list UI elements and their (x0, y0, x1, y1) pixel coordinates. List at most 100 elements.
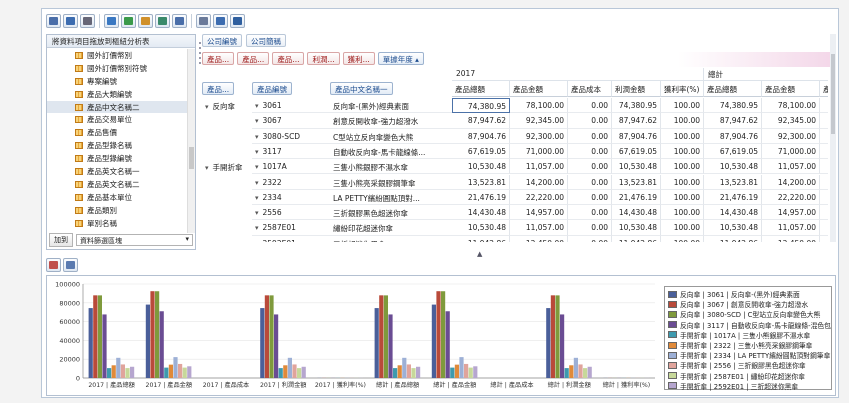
bar[interactable] (278, 368, 283, 378)
bar[interactable] (116, 357, 121, 378)
bar[interactable] (468, 367, 473, 378)
data-cell[interactable]: 11,942.86 (704, 235, 762, 242)
data-cell[interactable]: 22,220.00 (510, 189, 568, 206)
data-cell[interactable]: 78,100.00 (510, 98, 568, 114)
row-name-header[interactable]: 繡紛印花超迷你傘 (330, 220, 452, 236)
data-cell[interactable]: 0.00 (568, 98, 612, 114)
row-name-header[interactable]: C型站立反向傘變色大熊 (330, 129, 452, 144)
expand-arrow-icon[interactable]: ▾ (255, 102, 259, 110)
bar[interactable] (145, 304, 150, 378)
bar[interactable] (130, 366, 135, 378)
data-cell[interactable]: 11,057.00 (762, 159, 820, 175)
column-group-header[interactable]: 總計 (704, 68, 828, 81)
row-code-header[interactable]: ▾ 3117 (252, 144, 330, 160)
field-list-item[interactable]: 產品型錄編號 (47, 152, 188, 165)
bar[interactable] (406, 364, 411, 378)
filter-field-chip[interactable]: 公司簡稱 (246, 34, 286, 47)
bar[interactable] (93, 295, 98, 378)
data-cell[interactable]: 14,957.00 (510, 205, 568, 221)
row-code-header[interactable]: ▾ 2556 (252, 205, 330, 221)
data-cell[interactable]: 12,450.00 (762, 235, 820, 242)
bar[interactable] (379, 295, 384, 378)
data-cell[interactable]: 10,530.48 (704, 159, 762, 175)
data-cell[interactable]: 92,345.00 (510, 113, 568, 129)
bar[interactable] (564, 368, 569, 378)
data-cell[interactable]: 10,530.48 (452, 220, 510, 236)
row-name-header[interactable]: 創意反開收傘-強力超潑水 (330, 113, 452, 129)
bar[interactable] (155, 291, 160, 378)
field-list-item[interactable]: 產品英文名稱二 (47, 178, 188, 191)
data-cell[interactable]: 0.00 (820, 113, 828, 129)
bar[interactable] (555, 295, 560, 378)
data-cell[interactable]: 11,942.86 (452, 235, 510, 242)
row-name-header[interactable]: 反向傘-(黑外)經典素面 (330, 98, 452, 114)
bar[interactable] (441, 291, 446, 378)
filter-field-chip[interactable]: 公司編號 (202, 34, 242, 47)
tree-icon[interactable] (80, 14, 95, 28)
expand-arrow-icon[interactable]: ▾ (255, 224, 259, 232)
row-name-header[interactable]: 三折銀膠黑色超迷你傘 (330, 205, 452, 221)
percent-alt-icon[interactable] (172, 14, 187, 28)
field-list-item[interactable]: 專案編號 (47, 75, 188, 88)
row-code-header[interactable]: ▾ 1017A (252, 159, 330, 175)
field-list-item[interactable]: 單別名稱 (47, 217, 188, 230)
field-list-item[interactable]: 產品英文名稱一 (47, 165, 188, 178)
data-field-chip[interactable]: 產品... (272, 52, 305, 65)
expand-arrow-icon[interactable]: ▾ (255, 209, 259, 217)
data-cell[interactable]: 0.00 (820, 205, 828, 221)
bar[interactable] (459, 357, 464, 378)
expand-arrow-icon[interactable]: ▾ (255, 194, 259, 202)
bar[interactable] (111, 365, 116, 378)
bar-chart-icon[interactable] (46, 258, 61, 272)
data-cell[interactable]: 13,523.81 (612, 174, 661, 190)
bar[interactable] (473, 366, 478, 378)
add-to-button[interactable]: 加到 (49, 233, 73, 247)
data-cell[interactable]: 0.00 (568, 128, 612, 144)
data-cell[interactable]: 100.00 (661, 189, 704, 206)
value-column-header[interactable]: 產品金額 (510, 81, 568, 97)
row-name-header[interactable]: 自動收反向傘-馬卡龍線條... (330, 144, 452, 160)
data-field-chip[interactable]: 利潤... (307, 52, 340, 65)
bar[interactable] (269, 295, 274, 378)
save-icon[interactable] (63, 14, 78, 28)
data-cell[interactable]: 0.00 (820, 236, 828, 242)
data-cell[interactable]: 0.00 (568, 113, 612, 129)
target-area-select[interactable]: 資料篩選區塊 (76, 234, 193, 246)
expand-arrow-icon[interactable]: ▾ (255, 163, 259, 171)
expand-arrow-icon[interactable]: ▾ (205, 103, 209, 111)
expand-arrow-icon[interactable]: ▾ (205, 164, 209, 172)
field-list-item[interactable]: 產品售價 (47, 126, 188, 139)
bar[interactable] (274, 314, 279, 378)
field-list-item[interactable]: 產品中文名稱二 (47, 100, 188, 114)
data-cell[interactable]: 0.00 (820, 159, 828, 175)
data-cell[interactable]: 67,619.05 (452, 143, 510, 160)
bar[interactable] (388, 314, 393, 378)
data-cell[interactable]: 67,619.05 (704, 143, 762, 160)
field-list-item[interactable]: 產品類別 (47, 204, 188, 217)
checkbox-icon[interactable] (121, 14, 136, 28)
data-cell[interactable]: 21,476.19 (704, 189, 762, 206)
bar[interactable] (88, 308, 93, 378)
bar[interactable] (569, 365, 574, 378)
row-name-header[interactable]: 三隻小熊亮采銀膠鋼筆傘 (330, 175, 452, 190)
data-cell[interactable]: 21,476.19 (612, 189, 661, 206)
data-cell[interactable]: 92,345.00 (762, 113, 820, 129)
row-group-header[interactable]: ▾ 手開折傘 (202, 159, 252, 174)
data-cell[interactable]: 10,530.48 (452, 159, 510, 175)
row-code-header[interactable]: ▾ 2334 (252, 190, 330, 206)
bar[interactable] (587, 366, 592, 378)
value-column-header[interactable]: 獲利率(%) (661, 81, 704, 97)
bar[interactable] (125, 368, 130, 378)
bar[interactable] (264, 295, 269, 378)
bar[interactable] (393, 368, 398, 378)
bar[interactable] (150, 291, 155, 378)
row-field-chip[interactable]: 產品中文名稱一 (330, 82, 393, 95)
value-column-header[interactable]: 產品成本 (820, 81, 828, 97)
field-list-item[interactable]: 國外訂價幣別 (47, 49, 188, 62)
row-name-header[interactable]: LA PETTY繽紛圓點頂對... (330, 190, 452, 206)
row-code-header[interactable]: ▾ 3080-SCD (252, 129, 330, 144)
bar[interactable] (383, 295, 388, 378)
data-cell[interactable]: 74,380.95 (452, 98, 510, 114)
bar[interactable] (546, 308, 551, 378)
data-cell[interactable]: 87,904.76 (452, 128, 510, 144)
